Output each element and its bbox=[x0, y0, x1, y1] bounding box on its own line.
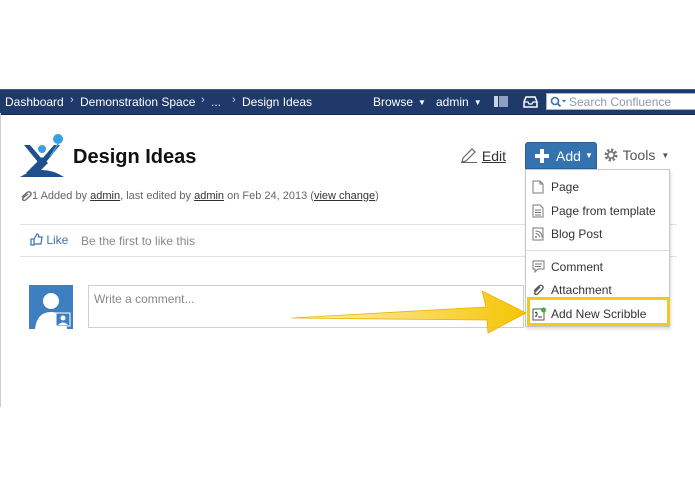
template-icon bbox=[532, 204, 544, 223]
menu-item-comment[interactable]: Comment bbox=[526, 256, 669, 278]
chevron-down-icon: ▼ bbox=[585, 151, 593, 160]
search-icon[interactable] bbox=[550, 96, 567, 111]
breadcrumb-dashboard[interactable]: Dashboard bbox=[5, 95, 64, 109]
gear-icon bbox=[603, 147, 619, 166]
top-nav-bar: Dashboard › Demonstration Space › ... › … bbox=[0, 89, 695, 115]
breadcrumb-space[interactable]: Demonstration Space bbox=[80, 95, 195, 109]
chevron-down-icon: ▼ bbox=[661, 151, 670, 160]
space-logo bbox=[18, 133, 66, 179]
attachment-count[interactable]: 1 bbox=[32, 190, 38, 202]
scribble-highlight-frame bbox=[527, 297, 670, 326]
view-change-link[interactable]: view change bbox=[314, 190, 375, 202]
sidebar-toggle-icon[interactable] bbox=[494, 96, 508, 110]
breadcrumb-separator: › bbox=[70, 94, 74, 106]
add-button[interactable]: Add ▼ bbox=[525, 142, 597, 169]
paperclip-icon[interactable] bbox=[20, 191, 32, 204]
search-input[interactable] bbox=[569, 94, 691, 109]
menu-item-blog-post[interactable]: Blog Post bbox=[526, 223, 669, 245]
tools-button[interactable]: Tools ▼ bbox=[603, 147, 669, 166]
page-border bbox=[0, 113, 1, 407]
chevron-down-icon: ▼ bbox=[418, 98, 426, 107]
menu-item-page-from-template[interactable]: Page from template bbox=[526, 200, 669, 222]
breadcrumb-current-page[interactable]: Design Ideas bbox=[242, 95, 312, 109]
browse-menu[interactable]: Browse ▼ bbox=[373, 95, 426, 109]
creator-link[interactable]: admin bbox=[90, 190, 120, 202]
pencil-icon bbox=[460, 147, 478, 166]
menu-divider bbox=[526, 250, 669, 251]
breadcrumb-separator: › bbox=[201, 94, 205, 106]
breadcrumb-ellipsis[interactable]: ... bbox=[211, 95, 221, 109]
breadcrumb-separator: › bbox=[232, 94, 236, 106]
menu-item-page[interactable]: Page bbox=[526, 176, 669, 198]
thumbs-up-icon bbox=[30, 233, 43, 249]
comment-icon bbox=[532, 260, 545, 278]
pointer-arrow-icon bbox=[291, 290, 527, 334]
user-menu[interactable]: admin ▼ bbox=[436, 95, 482, 109]
page-icon bbox=[532, 180, 544, 199]
like-button[interactable]: Like bbox=[30, 233, 68, 249]
page-title: Design Ideas bbox=[73, 146, 197, 168]
inbox-icon[interactable] bbox=[523, 96, 538, 111]
like-hint: Be the first to like this bbox=[81, 234, 196, 248]
search-box bbox=[546, 93, 695, 110]
editor-link[interactable]: admin bbox=[194, 190, 224, 202]
plus-icon bbox=[535, 149, 549, 168]
chevron-down-icon: ▼ bbox=[473, 98, 482, 107]
page-metadata: 1 Added by admin, last edited by admin o… bbox=[20, 190, 379, 204]
blog-icon bbox=[532, 227, 544, 246]
avatar bbox=[29, 285, 73, 329]
edit-button[interactable]: Edit bbox=[460, 147, 506, 166]
